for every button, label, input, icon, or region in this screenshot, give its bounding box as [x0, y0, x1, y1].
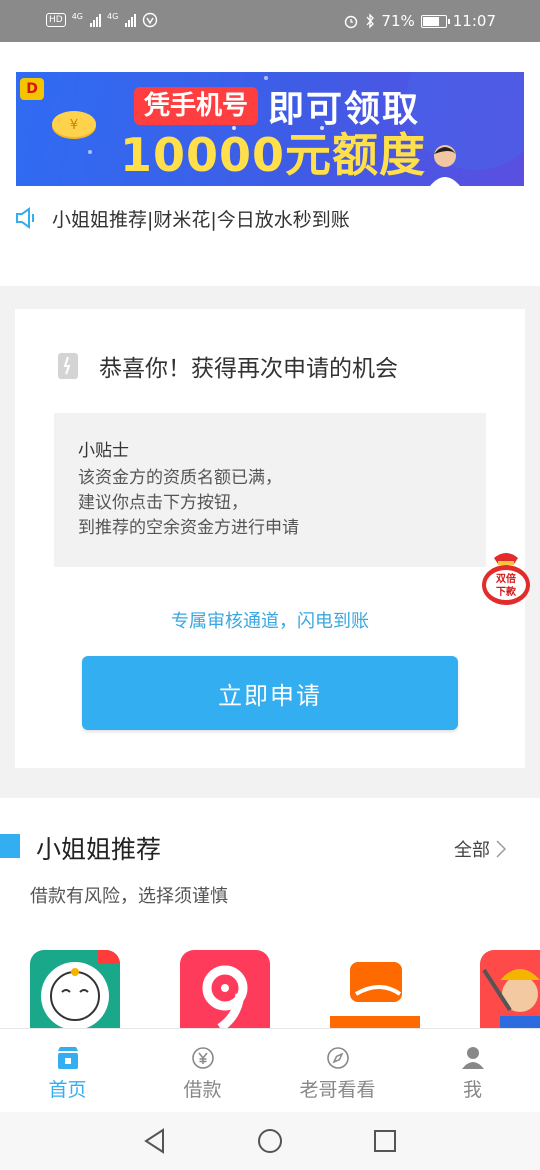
notice-bar[interactable]: 小姐姐推荐|财米花|今日放水秒到账: [14, 202, 350, 234]
coin-icon: ¥: [52, 111, 96, 139]
card-title: 恭喜你！获得再次申请的机会: [99, 356, 398, 382]
tab-home[interactable]: 首页: [0, 1029, 135, 1112]
banner-headline-text: 即可领取: [268, 89, 421, 130]
nine-app-icon[interactable]: [180, 950, 270, 1030]
tab-label: 首页: [48, 1079, 87, 1101]
application-card: 恭喜你！获得再次申请的机会 小贴士 该资金方的资质名额已满， 建议你点击下方按钮…: [15, 309, 525, 768]
card-title-row: 恭喜你！获得再次申请的机会: [57, 349, 398, 383]
hd-badge: HD: [46, 13, 66, 27]
view-all-link[interactable]: 全部: [454, 836, 506, 862]
chevron-right-icon: [496, 840, 506, 858]
bluetooth-icon: [366, 13, 375, 29]
bag-text-1: 双倍: [496, 572, 516, 585]
tab-label: 老哥看看: [299, 1079, 376, 1101]
document-icon: [58, 353, 78, 379]
lucky-cat-app-icon[interactable]: [30, 950, 120, 1030]
compass-icon: [326, 1047, 349, 1069]
wifi-hotspot-icon: [143, 12, 158, 28]
battery-fill: [422, 16, 439, 26]
wallet-icon: [330, 962, 420, 1030]
system-nav-bar: [0, 1112, 540, 1170]
tips-box: 小贴士 该资金方的资质名额已满， 建议你点击下方按钮， 到推荐的空余资金方进行申…: [54, 413, 486, 567]
alarm-icon: [345, 15, 358, 29]
battery-icon: [420, 14, 450, 28]
banner-pill: 凭手机号: [134, 87, 259, 125]
apply-now-button[interactable]: 立即申请: [82, 656, 458, 730]
tips-line: 建议你点击下方按钮，: [78, 493, 248, 513]
tips-title: 小贴士: [78, 441, 129, 461]
wallet-app-icon[interactable]: [330, 950, 420, 1030]
lucky-cat-icon: [41, 950, 120, 1030]
notice-text: 小姐姐推荐|财米花|今日放水秒到账: [52, 208, 350, 231]
double-loan-bag[interactable]: 双倍 下款: [480, 548, 532, 606]
status-left: HD 4G 4G: [46, 12, 158, 28]
recommend-subtitle: 借款有风险，选择须谨慎: [30, 886, 228, 907]
home-icon: [57, 1047, 78, 1069]
coin-symbol: ¥: [70, 118, 78, 133]
network-type-label: 4G: [71, 12, 83, 21]
tab-me[interactable]: 我: [405, 1029, 540, 1112]
bottom-tab-bar: 首页 借款 老哥看看 我: [0, 1028, 540, 1112]
miner-app-icon[interactable]: [480, 950, 540, 1030]
view-all-label: 全部: [454, 840, 490, 861]
tab-label: 借款: [183, 1079, 222, 1101]
status-right: 71% 11:07: [343, 12, 496, 30]
person-icon: [461, 1047, 484, 1069]
banner-headline: 凭手机号 即可领取: [134, 80, 420, 132]
highlight-text: 专属审核通道，闪电到账: [171, 611, 369, 632]
person-illustration: [430, 145, 460, 186]
speaker-icon: [16, 207, 34, 229]
signal-icon-2: [125, 13, 137, 27]
section-accent-bar: [0, 834, 20, 858]
recommend-title: 小姐姐推荐: [36, 835, 162, 864]
tab-loan[interactable]: 借款: [135, 1029, 270, 1112]
promo-banner[interactable]: D ¥ 凭手机号 即可领取 10000元额度: [16, 72, 524, 186]
status-time: 11:07: [452, 12, 496, 30]
nine-icon: [202, 965, 248, 1030]
yen-icon: [191, 1047, 214, 1069]
tips-line: 该资金方的资质名额已满，: [78, 468, 282, 488]
signal-icon: [90, 13, 101, 27]
back-icon[interactable]: [143, 1128, 167, 1154]
tips-line: 到推荐的空余资金方进行申请: [78, 518, 299, 538]
bag-text-2: 下款: [496, 585, 517, 598]
recents-icon[interactable]: [373, 1129, 397, 1153]
battery-percent: 71%: [381, 12, 415, 30]
home-circle-icon[interactable]: [257, 1128, 283, 1154]
miner-icon: [482, 968, 540, 1030]
status-bar: HD 4G 4G 71% 11:07: [0, 0, 540, 42]
tab-explore[interactable]: 老哥看看: [270, 1029, 405, 1112]
banner-amount: 10000元额度: [120, 128, 427, 182]
network-type-label-2: 4G: [107, 12, 119, 21]
tab-label: 我: [462, 1079, 482, 1101]
